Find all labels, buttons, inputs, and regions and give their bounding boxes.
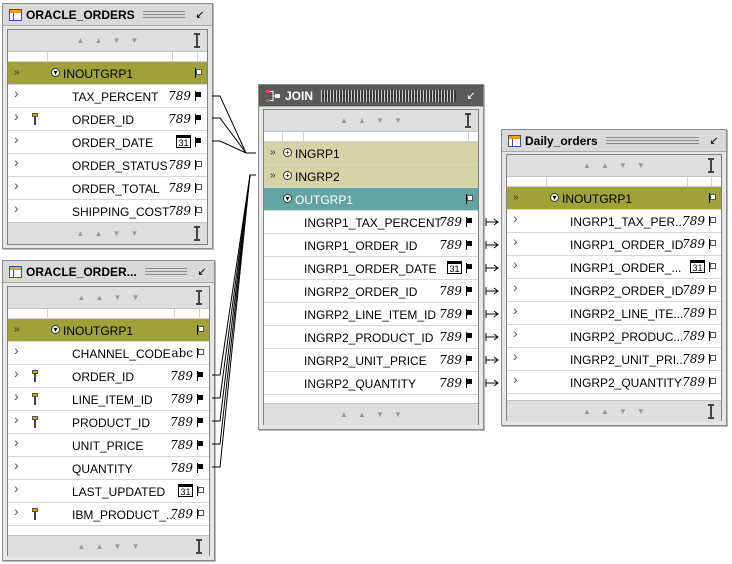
- connector-ingrp2: [212, 174, 256, 399]
- connector-ingrp1: [212, 140, 256, 154]
- connector-ingrp2: [212, 174, 256, 422]
- mapping-connectors: [212, 95, 499, 468]
- connector-ingrp1: [212, 95, 256, 154]
- connector-ingrp2: [212, 174, 256, 376]
